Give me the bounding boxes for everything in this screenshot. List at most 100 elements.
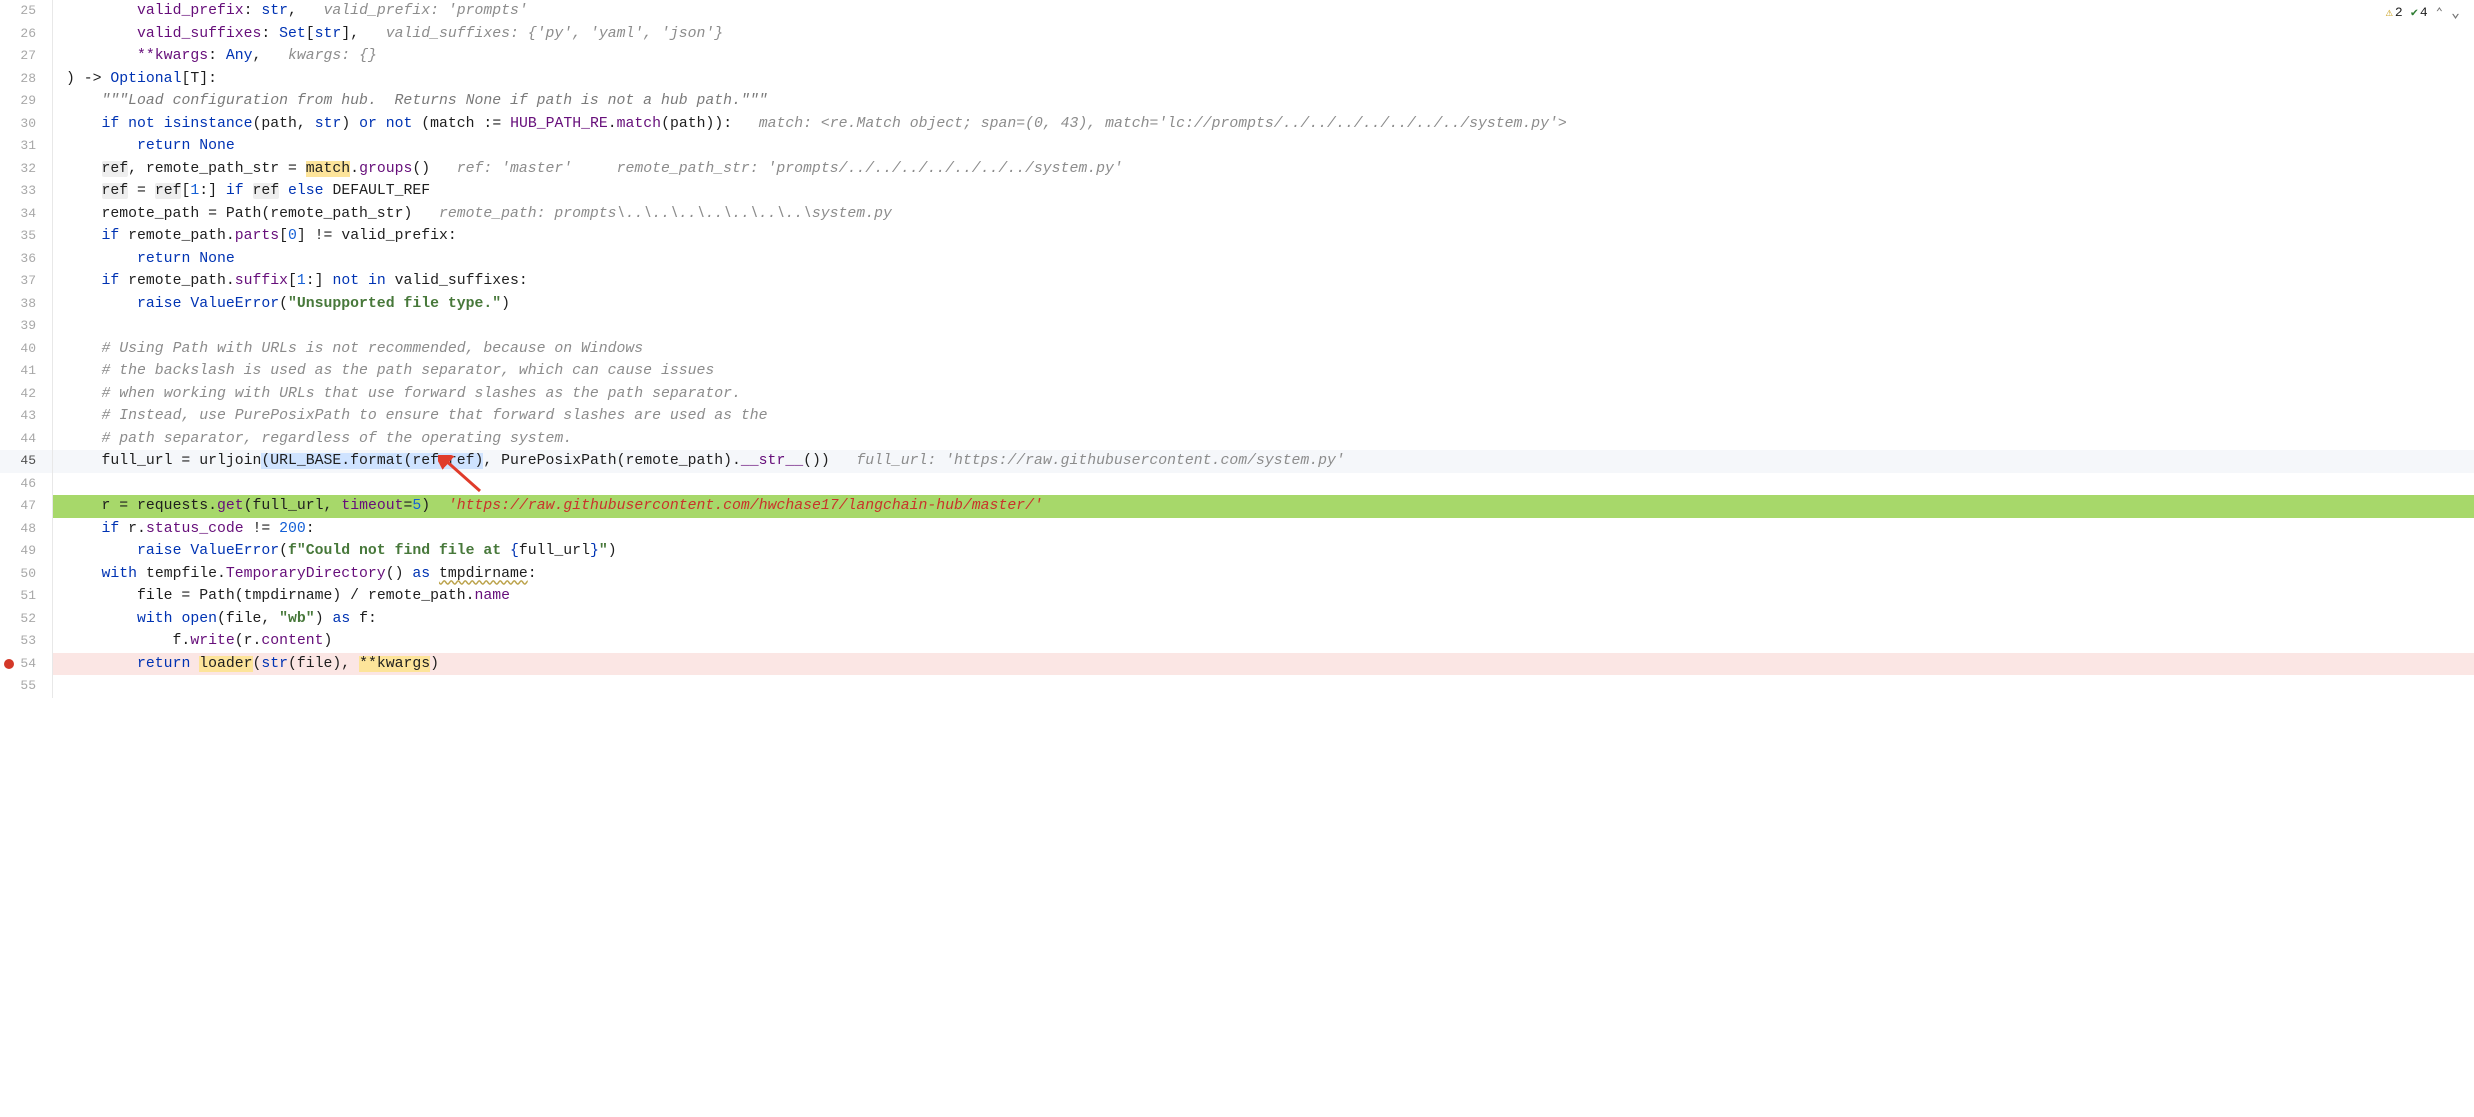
code-line[interactable]: 42 # when working with URLs that use for… — [0, 383, 2474, 406]
code-line[interactable]: 47 r = requests.get(full_url, timeout=5)… — [0, 495, 2474, 518]
line-number[interactable]: 40 — [0, 338, 52, 361]
line-number[interactable]: 33 — [0, 180, 52, 203]
code-content[interactable]: ) -> Optional[T]: — [52, 68, 2474, 91]
next-highlight-button[interactable] — [2449, 2, 2462, 23]
line-number[interactable]: 44 — [0, 428, 52, 451]
code-content[interactable]: if r.status_code != 200: — [52, 518, 2474, 541]
line-number[interactable]: 25 — [0, 0, 52, 23]
code-line[interactable]: 25 valid_prefix: str, valid_prefix: 'pro… — [0, 0, 2474, 23]
code-line[interactable]: 45 full_url = urljoin(URL_BASE.format(re… — [0, 450, 2474, 473]
code-content[interactable]: # when working with URLs that use forwar… — [52, 383, 2474, 406]
line-number[interactable]: 45 — [0, 450, 52, 473]
breakpoint-icon[interactable] — [4, 659, 14, 669]
code-line[interactable]: 30 if not isinstance(path, str) or not (… — [0, 113, 2474, 136]
code-content[interactable]: if remote_path.suffix[1:] not in valid_s… — [52, 270, 2474, 293]
line-number[interactable]: 41 — [0, 360, 52, 383]
line-number[interactable]: 39 — [0, 315, 52, 338]
code-line[interactable]: 36 return None — [0, 248, 2474, 271]
code-line[interactable]: 34 remote_path = Path(remote_path_str) r… — [0, 203, 2474, 226]
prev-highlight-button[interactable] — [2434, 4, 2445, 21]
line-number[interactable]: 49 — [0, 540, 52, 563]
code-content[interactable]: valid_suffixes: Set[str], valid_suffixes… — [52, 23, 2474, 46]
code-content[interactable]: # Using Path with URLs is not recommende… — [52, 338, 2474, 361]
code-content[interactable]: ref, remote_path_str = match.groups() re… — [52, 158, 2474, 181]
code-line[interactable]: 28) -> Optional[T]: — [0, 68, 2474, 91]
code-content[interactable]: if not isinstance(path, str) or not (mat… — [52, 113, 2474, 136]
code-content[interactable]: r = requests.get(full_url, timeout=5) 'h… — [52, 495, 2474, 518]
code-content[interactable]: full_url = urljoin(URL_BASE.format(ref=r… — [52, 450, 2474, 473]
code-content[interactable]: **kwargs: Any, kwargs: {} — [52, 45, 2474, 68]
line-number[interactable]: 46 — [0, 473, 52, 496]
line-number[interactable]: 52 — [0, 608, 52, 631]
line-number[interactable]: 32 — [0, 158, 52, 181]
code-line[interactable]: 31 return None — [0, 135, 2474, 158]
code-content[interactable] — [52, 675, 2474, 698]
code-line[interactable]: 32 ref, remote_path_str = match.groups()… — [0, 158, 2474, 181]
line-number[interactable]: 37 — [0, 270, 52, 293]
code-content[interactable]: # Instead, use PurePosixPath to ensure t… — [52, 405, 2474, 428]
code-content[interactable]: ref = ref[1:] if ref else DEFAULT_REF — [52, 180, 2474, 203]
line-number[interactable]: 36 — [0, 248, 52, 271]
code-content[interactable]: with tempfile.TemporaryDirectory() as tm… — [52, 563, 2474, 586]
code-content[interactable]: """Load configuration from hub. Returns … — [52, 90, 2474, 113]
line-number[interactable]: 30 — [0, 113, 52, 136]
line-number[interactable]: 34 — [0, 203, 52, 226]
line-number[interactable]: 29 — [0, 90, 52, 113]
code-line[interactable]: 51 file = Path(tmpdirname) / remote_path… — [0, 585, 2474, 608]
code-line[interactable]: 48 if r.status_code != 200: — [0, 518, 2474, 541]
line-number[interactable]: 31 — [0, 135, 52, 158]
code-content[interactable] — [52, 473, 2474, 496]
line-number[interactable]: 51 — [0, 585, 52, 608]
code-content[interactable]: file = Path(tmpdirname) / remote_path.na… — [52, 585, 2474, 608]
line-number[interactable]: 50 — [0, 563, 52, 586]
code-content[interactable] — [52, 315, 2474, 338]
line-number[interactable]: 53 — [0, 630, 52, 653]
code-content[interactable]: valid_prefix: str, valid_prefix: 'prompt… — [52, 0, 2474, 23]
code-content[interactable]: # the backslash is used as the path sepa… — [52, 360, 2474, 383]
line-number[interactable]: 48 — [0, 518, 52, 541]
code-content[interactable]: raise ValueError("Unsupported file type.… — [52, 293, 2474, 316]
code-line[interactable]: 26 valid_suffixes: Set[str], valid_suffi… — [0, 23, 2474, 46]
code-content[interactable]: with open(file, "wb") as f: — [52, 608, 2474, 631]
code-content[interactable]: remote_path = Path(remote_path_str) remo… — [52, 203, 2474, 226]
code-line[interactable]: 39 — [0, 315, 2474, 338]
code-editor[interactable]: 2 4 25 valid_prefix: str, valid_prefix: … — [0, 0, 2474, 717]
code-lines[interactable]: 25 valid_prefix: str, valid_prefix: 'pro… — [0, 0, 2474, 698]
line-number[interactable]: 47 — [0, 495, 52, 518]
line-number[interactable]: 43 — [0, 405, 52, 428]
code-line[interactable]: 41 # the backslash is used as the path s… — [0, 360, 2474, 383]
code-line[interactable]: 33 ref = ref[1:] if ref else DEFAULT_REF — [0, 180, 2474, 203]
line-number[interactable]: 54 — [0, 653, 52, 676]
code-line[interactable]: 43 # Instead, use PurePosixPath to ensur… — [0, 405, 2474, 428]
line-number[interactable]: 26 — [0, 23, 52, 46]
code-line[interactable]: 35 if remote_path.parts[0] != valid_pref… — [0, 225, 2474, 248]
code-content[interactable]: return loader(str(file), **kwargs) — [52, 653, 2474, 676]
code-line[interactable]: 27 **kwargs: Any, kwargs: {} — [0, 45, 2474, 68]
line-number[interactable]: 35 — [0, 225, 52, 248]
code-content[interactable]: raise ValueError(f"Could not find file a… — [52, 540, 2474, 563]
code-line[interactable]: 29 """Load configuration from hub. Retur… — [0, 90, 2474, 113]
code-line[interactable]: 37 if remote_path.suffix[1:] not in vali… — [0, 270, 2474, 293]
line-number[interactable]: 28 — [0, 68, 52, 91]
code-line[interactable]: 44 # path separator, regardless of the o… — [0, 428, 2474, 451]
code-content[interactable]: return None — [52, 135, 2474, 158]
warnings-indicator[interactable]: 2 — [2384, 4, 2405, 21]
ok-indicator[interactable]: 4 — [2409, 4, 2430, 21]
line-number[interactable]: 42 — [0, 383, 52, 406]
code-line[interactable]: 46 — [0, 473, 2474, 496]
code-content[interactable]: # path separator, regardless of the oper… — [52, 428, 2474, 451]
code-content[interactable]: f.write(r.content) — [52, 630, 2474, 653]
code-line[interactable]: 54 return loader(str(file), **kwargs) — [0, 653, 2474, 676]
code-line[interactable]: 40 # Using Path with URLs is not recomme… — [0, 338, 2474, 361]
code-line[interactable]: 55 — [0, 675, 2474, 698]
line-number[interactable]: 27 — [0, 45, 52, 68]
code-content[interactable]: if remote_path.parts[0] != valid_prefix: — [52, 225, 2474, 248]
line-number[interactable]: 55 — [0, 675, 52, 698]
code-line[interactable]: 50 with tempfile.TemporaryDirectory() as… — [0, 563, 2474, 586]
code-line[interactable]: 49 raise ValueError(f"Could not find fil… — [0, 540, 2474, 563]
code-line[interactable]: 53 f.write(r.content) — [0, 630, 2474, 653]
code-line[interactable]: 52 with open(file, "wb") as f: — [0, 608, 2474, 631]
code-content[interactable]: return None — [52, 248, 2474, 271]
code-line[interactable]: 38 raise ValueError("Unsupported file ty… — [0, 293, 2474, 316]
line-number[interactable]: 38 — [0, 293, 52, 316]
